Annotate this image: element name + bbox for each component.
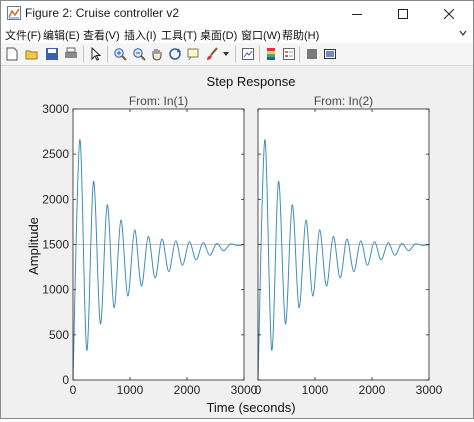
edit-plot-button[interactable] [87, 45, 105, 63]
hide-plot-tools-button[interactable] [303, 45, 321, 63]
toolbar [1, 43, 473, 66]
minimize-button[interactable] [334, 1, 380, 26]
insert-colorbar-button[interactable] [262, 45, 280, 63]
x-tick-label: 3000 [231, 383, 258, 397]
y-tick-label: 500 [49, 328, 69, 342]
save-icon [46, 48, 58, 60]
close-button[interactable] [426, 1, 472, 26]
hide-plot-tools-icon [307, 49, 317, 59]
menu-bar: 文件(F) 编辑(E) 查看(V) 插入(I) 工具(T) 桌面(D) 窗口(W… [1, 26, 473, 43]
menu-tools[interactable]: 工具(T) [161, 27, 197, 43]
print-icon [65, 47, 77, 58]
step-response-chart: Step Response Time (seconds) Amplitude F… [26, 74, 443, 415]
y-tick-label: 3000 [42, 102, 69, 116]
print-button[interactable] [62, 45, 80, 63]
x-tick-label: 2000 [174, 383, 201, 397]
brush-dropdown[interactable] [221, 45, 231, 63]
rotate-3d-button[interactable] [166, 45, 184, 63]
x-tick-label: 3000 [416, 383, 443, 397]
zoom-out-icon [133, 48, 146, 61]
y-tick-label: 2500 [42, 147, 69, 161]
menu-help[interactable]: 帮助(H) [282, 27, 319, 43]
open-icon [25, 50, 38, 60]
menu-file[interactable]: 文件(F) [5, 27, 41, 43]
chart-title: Step Response [207, 74, 296, 89]
x-tick-label: 0 [255, 383, 262, 397]
open-button[interactable] [23, 45, 41, 63]
dock-arrow-icon[interactable] [459, 29, 467, 37]
x-tick-label: 1000 [302, 383, 329, 397]
rotate-3d-icon [169, 48, 181, 60]
menu-insert[interactable]: 插入(I) [124, 27, 156, 43]
figure-canvas: Step Response Time (seconds) Amplitude F… [1, 66, 473, 418]
menu-desktop[interactable]: 桌面(D) [200, 27, 237, 43]
zoom-in-button[interactable] [111, 45, 129, 63]
figure-window: Figure 2: Cruise controller v2 文件(F) 编辑(… [0, 0, 474, 419]
panel-title: From: In(2) [314, 94, 373, 108]
pan-hand-icon [152, 49, 162, 61]
y-tick-label: 1000 [42, 283, 69, 297]
close-icon [444, 8, 454, 19]
link-plot-button[interactable] [239, 45, 257, 63]
brush-icon [207, 47, 218, 60]
maximize-button[interactable] [380, 1, 426, 26]
insert-colorbar-icon [267, 48, 275, 60]
menu-window[interactable]: 窗口(W) [241, 27, 281, 43]
new-figure-button[interactable] [3, 45, 21, 63]
brush-button[interactable] [203, 45, 221, 63]
y-tick-label: 2000 [42, 192, 69, 206]
data-cursor-icon [187, 48, 199, 61]
y-tick-label: 1500 [42, 238, 69, 252]
maximize-icon [398, 8, 408, 19]
zoom-out-button[interactable] [130, 45, 148, 63]
title-bar[interactable]: Figure 2: Cruise controller v2 [1, 1, 473, 26]
x-tick-label: 2000 [359, 383, 386, 397]
pan-button[interactable] [148, 45, 166, 63]
x-axis-label: Time (seconds) [206, 400, 295, 415]
data-cursor-button[interactable] [184, 45, 202, 63]
insert-legend-icon [283, 48, 295, 60]
minimize-icon [352, 13, 362, 15]
zoom-in-icon [114, 48, 127, 61]
panel-title: From: In(1) [129, 94, 188, 108]
y-axis-label: Amplitude [26, 217, 41, 275]
insert-legend-button[interactable] [280, 45, 298, 63]
show-plot-tools-icon [324, 49, 336, 59]
x-tick-label: 0 [70, 383, 77, 397]
link-plot-icon [242, 48, 254, 60]
window-title: Figure 2: Cruise controller v2 [25, 6, 180, 20]
edit-plot-arrow-icon [91, 47, 102, 61]
y-tick-label: 0 [62, 373, 69, 387]
menu-edit[interactable]: 编辑(E) [43, 27, 80, 43]
save-button[interactable] [43, 45, 61, 63]
brush-dropdown-icon [223, 52, 229, 56]
x-tick-label: 1000 [117, 383, 144, 397]
menu-view[interactable]: 查看(V) [83, 27, 120, 43]
matlab-figure-icon [7, 6, 21, 20]
show-plot-tools-button[interactable] [321, 45, 339, 63]
new-figure-icon [6, 47, 18, 61]
